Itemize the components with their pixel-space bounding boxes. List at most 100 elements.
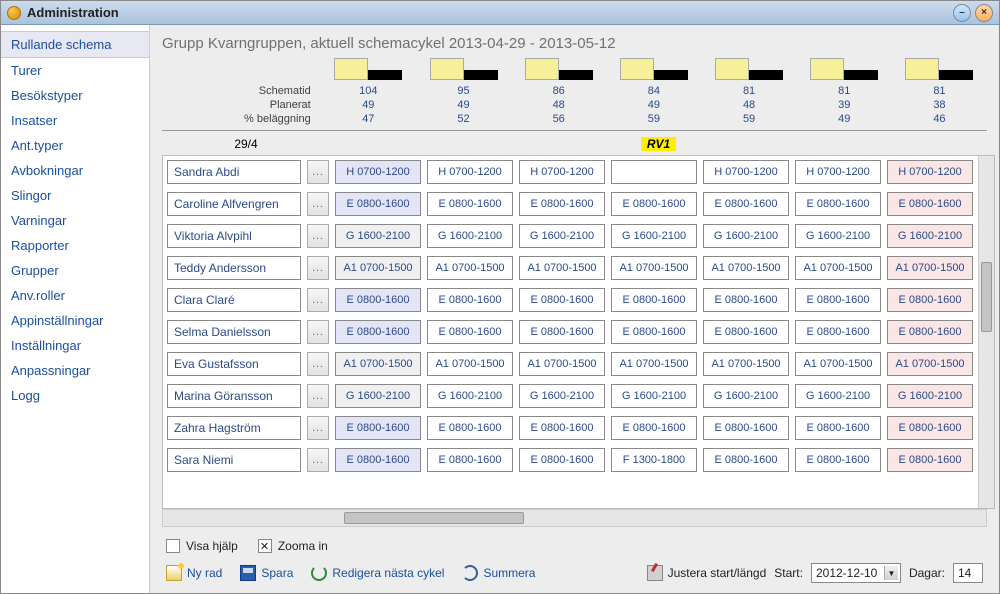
shift-cell[interactable]: E 0800-1600 (427, 416, 513, 440)
person-more-button[interactable]: ... (307, 288, 329, 312)
person-more-button[interactable]: ... (307, 192, 329, 216)
person-name-cell[interactable]: Sara Niemi (167, 448, 301, 472)
shift-cell[interactable]: E 0800-1600 (335, 192, 421, 216)
shift-cell[interactable]: G 1600-2100 (703, 224, 789, 248)
sidebar-item-1[interactable]: Turer (1, 58, 149, 83)
shift-cell[interactable]: E 0800-1600 (887, 416, 973, 440)
shift-cell[interactable]: G 1600-2100 (335, 224, 421, 248)
adjust-button[interactable]: Justera start/längd (647, 565, 767, 581)
shift-cell[interactable]: G 1600-2100 (519, 224, 605, 248)
shift-cell[interactable]: H 0700-1200 (795, 160, 881, 184)
sidebar-item-0[interactable]: Rullande schema (1, 31, 149, 58)
sidebar-item-14[interactable]: Logg (1, 383, 149, 408)
shift-cell[interactable]: E 0800-1600 (795, 416, 881, 440)
shift-cell[interactable]: A1 0700-1500 (611, 256, 697, 280)
shift-cell[interactable]: H 0700-1200 (703, 160, 789, 184)
shift-cell[interactable]: A1 0700-1500 (519, 256, 605, 280)
start-date-field[interactable]: 2012-12-10▼ (811, 563, 901, 583)
help-checkbox[interactable] (166, 539, 180, 553)
shift-cell[interactable]: E 0800-1600 (795, 320, 881, 344)
person-name-cell[interactable]: Caroline Alfvengren (167, 192, 301, 216)
zoom-checkbox[interactable] (258, 539, 272, 553)
person-name-cell[interactable]: Sandra Abdi (167, 160, 301, 184)
person-more-button[interactable]: ... (307, 256, 329, 280)
shift-cell[interactable]: A1 0700-1500 (795, 256, 881, 280)
sidebar-item-9[interactable]: Grupper (1, 258, 149, 283)
shift-cell[interactable]: E 0800-1600 (427, 320, 513, 344)
shift-cell[interactable]: E 0800-1600 (703, 320, 789, 344)
shift-cell[interactable]: E 0800-1600 (335, 448, 421, 472)
person-more-button[interactable]: ... (307, 160, 329, 184)
shift-cell[interactable]: E 0800-1600 (887, 288, 973, 312)
person-more-button[interactable]: ... (307, 352, 329, 376)
shift-cell[interactable]: E 0800-1600 (887, 320, 973, 344)
close-button[interactable]: × (975, 4, 993, 22)
shift-cell[interactable]: E 0800-1600 (519, 448, 605, 472)
shift-cell[interactable]: A1 0700-1500 (703, 256, 789, 280)
shift-cell[interactable]: A1 0700-1500 (795, 352, 881, 376)
shift-cell[interactable]: E 0800-1600 (427, 448, 513, 472)
sidebar-item-8[interactable]: Rapporter (1, 233, 149, 258)
person-more-button[interactable]: ... (307, 448, 329, 472)
shift-cell[interactable]: E 0800-1600 (795, 192, 881, 216)
shift-cell[interactable]: E 0800-1600 (611, 288, 697, 312)
shift-cell[interactable]: G 1600-2100 (611, 224, 697, 248)
shift-cell[interactable]: G 1600-2100 (795, 224, 881, 248)
person-name-cell[interactable]: Clara Claré (167, 288, 301, 312)
person-more-button[interactable]: ... (307, 320, 329, 344)
shift-cell[interactable]: E 0800-1600 (611, 320, 697, 344)
shift-cell[interactable]: E 0800-1600 (335, 320, 421, 344)
sidebar-item-5[interactable]: Avbokningar (1, 158, 149, 183)
shift-cell[interactable]: H 0700-1200 (519, 160, 605, 184)
shift-cell[interactable]: G 1600-2100 (427, 224, 513, 248)
person-more-button[interactable]: ... (307, 384, 329, 408)
shift-cell[interactable]: E 0800-1600 (519, 192, 605, 216)
minimize-button[interactable]: – (953, 4, 971, 22)
titlebar[interactable]: Administration – × (1, 1, 999, 25)
summarize-button[interactable]: Summera (462, 565, 535, 581)
person-name-cell[interactable]: Eva Gustafsson (167, 352, 301, 376)
sidebar-item-6[interactable]: Slingor (1, 183, 149, 208)
shift-cell[interactable]: E 0800-1600 (887, 192, 973, 216)
person-name-cell[interactable]: Marina Göransson (167, 384, 301, 408)
shift-cell[interactable]: E 0800-1600 (795, 288, 881, 312)
sidebar-item-11[interactable]: Appinställningar (1, 308, 149, 333)
shift-cell[interactable]: E 0800-1600 (427, 288, 513, 312)
edit-next-cycle-button[interactable]: Redigera nästa cykel (311, 565, 444, 581)
person-name-cell[interactable]: Teddy Andersson (167, 256, 301, 280)
shift-cell[interactable]: G 1600-2100 (611, 384, 697, 408)
shift-cell[interactable]: E 0800-1600 (795, 448, 881, 472)
shift-cell[interactable]: E 0800-1600 (703, 192, 789, 216)
shift-cell[interactable] (611, 160, 697, 184)
shift-cell[interactable]: G 1600-2100 (335, 384, 421, 408)
shift-cell[interactable]: E 0800-1600 (887, 448, 973, 472)
shift-cell[interactable]: E 0800-1600 (519, 288, 605, 312)
person-more-button[interactable]: ... (307, 224, 329, 248)
sidebar-item-3[interactable]: Insatser (1, 108, 149, 133)
shift-cell[interactable]: A1 0700-1500 (335, 256, 421, 280)
vertical-scrollbar[interactable] (978, 156, 994, 508)
person-name-cell[interactable]: Zahra Hagström (167, 416, 301, 440)
shift-cell[interactable]: A1 0700-1500 (335, 352, 421, 376)
shift-cell[interactable]: F 1300-1800 (611, 448, 697, 472)
sidebar-item-12[interactable]: Inställningar (1, 333, 149, 358)
shift-cell[interactable]: E 0800-1600 (703, 416, 789, 440)
shift-cell[interactable]: E 0800-1600 (335, 416, 421, 440)
shift-cell[interactable]: G 1600-2100 (887, 384, 973, 408)
shift-cell[interactable]: E 0800-1600 (611, 192, 697, 216)
days-field[interactable]: 14 (953, 563, 983, 583)
person-name-cell[interactable]: Selma Danielsson (167, 320, 301, 344)
shift-cell[interactable]: E 0800-1600 (703, 448, 789, 472)
hscroll-thumb[interactable] (344, 512, 524, 524)
person-more-button[interactable]: ... (307, 416, 329, 440)
save-button[interactable]: Spara (240, 565, 293, 581)
sidebar-item-13[interactable]: Anpassningar (1, 358, 149, 383)
shift-cell[interactable]: E 0800-1600 (611, 416, 697, 440)
shift-cell[interactable]: H 0700-1200 (887, 160, 973, 184)
shift-cell[interactable]: E 0800-1600 (519, 416, 605, 440)
new-row-button[interactable]: Ny rad (166, 565, 222, 581)
shift-cell[interactable]: H 0700-1200 (335, 160, 421, 184)
shift-cell[interactable]: E 0800-1600 (703, 288, 789, 312)
dropdown-arrow-icon[interactable]: ▼ (884, 566, 898, 580)
shift-cell[interactable]: G 1600-2100 (703, 384, 789, 408)
